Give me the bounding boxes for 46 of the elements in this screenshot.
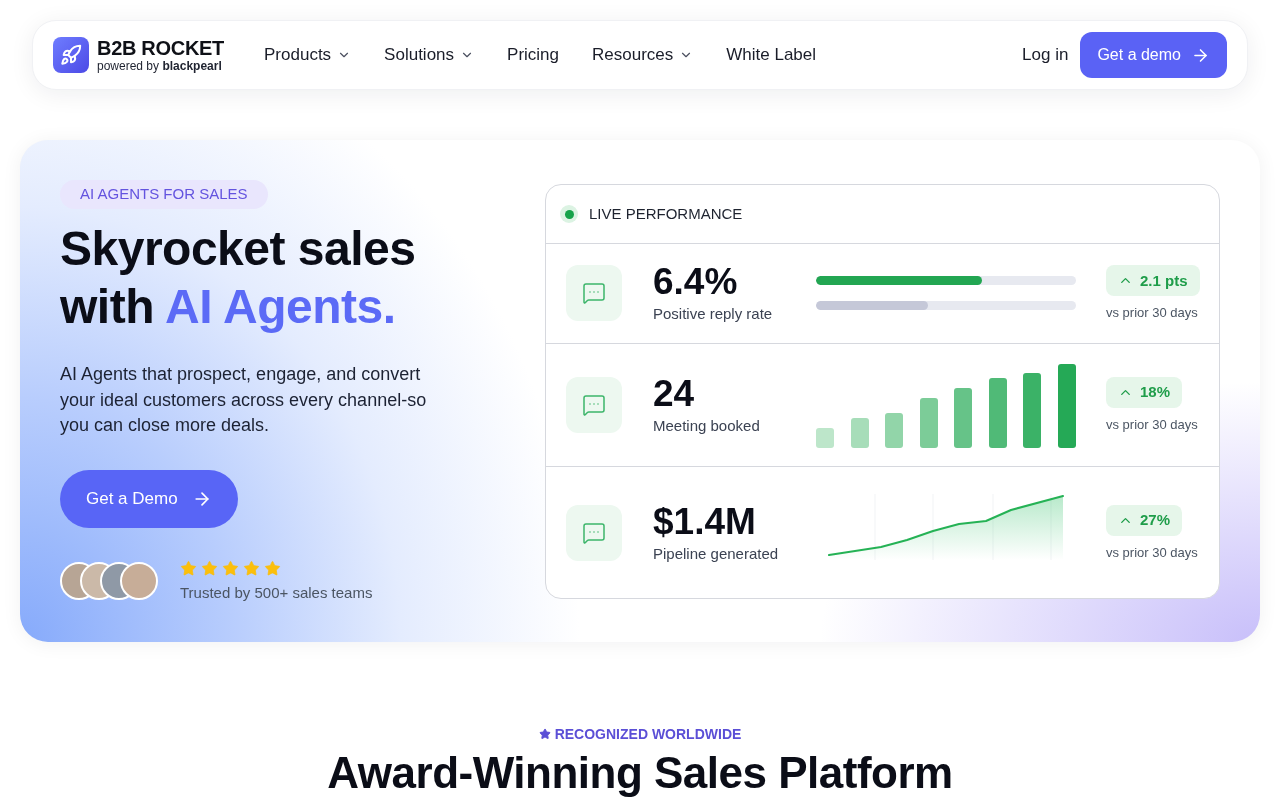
hero-badge: AI AGENTS FOR SALES — [60, 180, 268, 209]
metric-value: $1.4M — [653, 501, 757, 542]
chat-icon — [566, 265, 622, 322]
section-heading: Award-Winning Sales Platform — [326, 750, 954, 796]
star-icon — [201, 559, 218, 577]
star-icon — [538, 728, 551, 740]
hero-description: AI Agents that prospect, engage, and convert your ideal customers across every channel-so you can close more deals. — [60, 363, 428, 437]
comparison-caption: vs prior 30 days — [1106, 305, 1198, 322]
star-icon — [243, 559, 260, 577]
hero-headline: Skyrocket sales with AI Agents. — [60, 221, 417, 335]
trend-badge: 18% — [1106, 377, 1183, 409]
comparison-caption: vs prior 30 days — [1106, 544, 1198, 561]
nav-menu-item[interactable]: Products — [264, 42, 352, 68]
login-link[interactable]: Log in — [1022, 42, 1069, 68]
chart-bar — [919, 398, 938, 449]
trend-badge: 27% — [1106, 504, 1183, 536]
chart-bar — [988, 378, 1007, 449]
star-icon — [264, 559, 281, 577]
comparison-caption: vs prior 30 days — [1106, 417, 1198, 434]
chart-bar — [885, 413, 904, 449]
chat-icon — [566, 377, 622, 434]
nav-menu-item[interactable]: Pricing — [507, 42, 559, 68]
nav-menu-item[interactable]: Solutions — [384, 42, 475, 68]
panel-title: LIVE PERFORMANCE — [589, 203, 743, 224]
get-demo-button[interactable]: Get a demo — [1080, 32, 1227, 78]
chat-icon — [566, 504, 622, 561]
metric-label: Meeting booked — [653, 416, 761, 437]
star-icon — [222, 559, 239, 577]
nav-menu-item[interactable]: White Label — [726, 42, 817, 68]
chart-bar — [850, 418, 869, 449]
metric-value: 24 — [653, 374, 696, 415]
metric-label: Pipeline generated — [653, 543, 780, 564]
avatar-placeholder — [120, 561, 158, 600]
star-icon — [180, 559, 197, 577]
brand-tagline: powered by blackpearl — [97, 59, 223, 73]
chart-bar — [816, 428, 834, 449]
rocket-logo-icon[interactable] — [53, 37, 89, 73]
rating-caption: Trusted by 500+ sales teams — [180, 583, 373, 602]
metric-label: Positive reply rate — [653, 304, 774, 325]
nav-menu-item[interactable]: Resources — [592, 42, 694, 68]
section-eyebrow: RECOGNIZED WORLDWIDE — [554, 726, 742, 742]
get-demo-button[interactable]: Get a Demo — [60, 469, 238, 528]
trend-badge: 2.1 pts — [1106, 265, 1200, 297]
chart-bar — [954, 388, 973, 449]
brand-name: B2B ROCKET — [97, 37, 224, 58]
metric-value: 6.4% — [653, 262, 739, 303]
